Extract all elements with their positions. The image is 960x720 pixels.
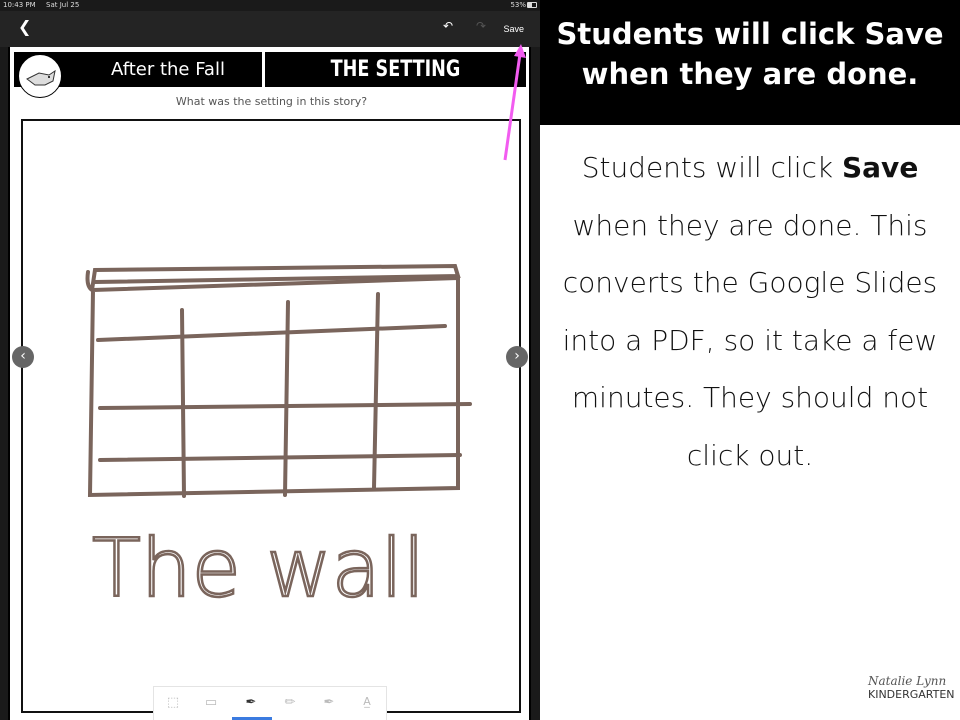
pen-icon[interactable]: ✒: [236, 695, 266, 715]
lasso-select-icon[interactable]: ⬚: [158, 695, 188, 715]
arrowhead-icon: [514, 44, 526, 58]
instruction-heading: Students will click Save when they are d…: [540, 0, 960, 125]
instruction-body: Students will click Save when they are d…: [540, 139, 960, 484]
brand-logo: Natalie Lynn KINDERGARTEN: [868, 674, 955, 701]
prev-page-button[interactable]: ‹: [12, 346, 34, 368]
body-text: Students will click: [581, 151, 842, 184]
ipad-screen: 10:43 PM Sat Jul 25 53% ❮ ↶ ↷ Save After…: [0, 0, 540, 720]
drawing-tools-bar: ⬚ ▭ ✒ ✏ ✒ A̲: [153, 686, 387, 720]
marker-icon[interactable]: ✒: [314, 695, 344, 715]
pointer-arrow: [503, 53, 522, 161]
wall-sketch: [85, 263, 472, 498]
pencil-icon[interactable]: ✏: [275, 695, 305, 715]
drawing-text: The wall: [92, 522, 425, 615]
brand-script: Natalie Lynn: [868, 674, 947, 688]
body-bold-save: Save: [842, 151, 919, 184]
brand-name: KINDERGARTEN: [868, 688, 955, 701]
body-text-rest: when they are done. This converts the Go…: [562, 208, 938, 472]
text-icon[interactable]: A̲: [352, 695, 382, 715]
student-drawing: The wall: [85, 44, 526, 616]
eraser-icon[interactable]: ▭: [196, 695, 226, 715]
next-page-button[interactable]: ›: [506, 346, 528, 368]
